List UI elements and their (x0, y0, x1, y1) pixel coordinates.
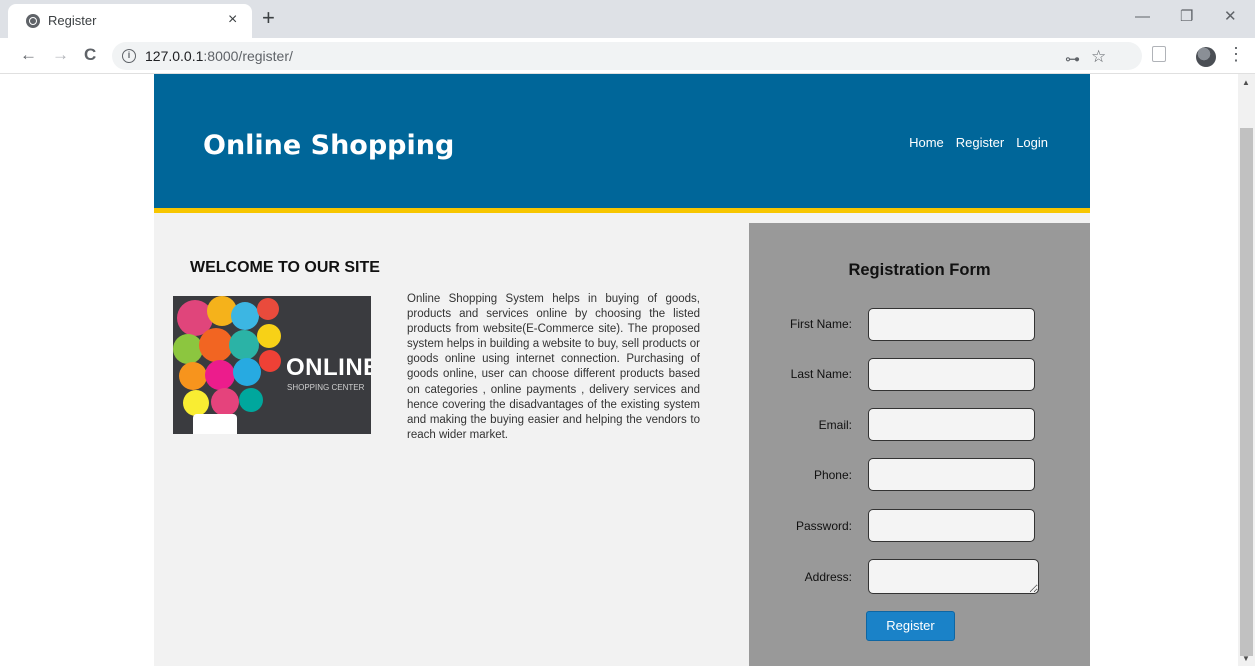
address-bar[interactable]: i 127.0.0.1:8000/register/ ⊶ ☆ (112, 42, 1142, 70)
globe-icon (26, 14, 40, 28)
promo-image: ONLINE SHOPPING CENTER (173, 296, 371, 434)
site-header: Online Shopping Home Register Login (154, 74, 1090, 213)
email-label: Email: (818, 418, 852, 432)
star-icon[interactable]: ☆ (1091, 48, 1106, 66)
password-label: Password: (795, 519, 852, 533)
first-name-field[interactable] (868, 308, 1035, 341)
nav-login-link[interactable]: Login (1016, 135, 1048, 150)
password-field[interactable] (868, 509, 1035, 542)
address-label: Address: (804, 570, 852, 584)
scroll-thumb[interactable] (1240, 128, 1253, 656)
phone-field[interactable] (868, 458, 1035, 491)
promo-title: ONLINE (286, 354, 371, 381)
forward-icon[interactable]: → (52, 46, 69, 64)
key-icon[interactable]: ⊶ (1065, 51, 1080, 69)
about-text: Online Shopping System helps in buying o… (407, 293, 700, 441)
scroll-down-icon[interactable]: ▼ (1242, 654, 1250, 663)
page-container: Online Shopping Home Register Login WELC… (154, 74, 1090, 666)
site-title: Online Shopping (203, 130, 455, 161)
register-button[interactable]: Register (866, 611, 955, 641)
nav-register-link[interactable]: Register (956, 135, 1004, 150)
minimize-icon[interactable]: — (1135, 8, 1150, 26)
phone-label: Phone: (813, 468, 852, 482)
scroll-up-icon[interactable]: ▲ (1242, 78, 1250, 87)
nav-home-link[interactable]: Home (909, 135, 944, 150)
tab-title: Register (48, 13, 97, 28)
browser-tab-bar: Register × + — ❐ ✕ (0, 0, 1255, 38)
url-text: 127.0.0.1:8000/register/ (145, 48, 293, 64)
avatar[interactable] (1196, 47, 1216, 67)
browser-tab[interactable]: Register × (8, 4, 252, 38)
info-icon[interactable]: i (122, 49, 136, 63)
restore-icon[interactable]: ❐ (1180, 8, 1193, 26)
email-field[interactable] (868, 408, 1035, 441)
extension-icon[interactable] (1152, 46, 1166, 62)
last-name-field[interactable] (868, 358, 1035, 391)
promo-subtitle: SHOPPING CENTER (287, 383, 365, 392)
close-window-icon[interactable]: ✕ (1224, 8, 1237, 26)
browser-toolbar: ← → C i 127.0.0.1:8000/register/ ⊶ ☆ ⋮ (0, 38, 1255, 74)
page-scrollbar[interactable]: ▲ ▼ (1238, 74, 1255, 666)
reload-icon[interactable]: C (84, 46, 96, 64)
menu-icon[interactable]: ⋮ (1227, 45, 1245, 63)
back-icon[interactable]: ← (20, 46, 37, 64)
tab-close-icon[interactable]: × (228, 11, 237, 29)
first-name-label: First Name: (789, 317, 852, 331)
site-nav: Home Register Login (909, 135, 1048, 150)
welcome-heading: WELCOME TO OUR SITE (190, 259, 380, 276)
form-title: Registration Form (848, 261, 991, 279)
address-field[interactable] (868, 559, 1039, 594)
last-name-label: Last Name: (790, 367, 852, 381)
new-tab-icon[interactable]: + (262, 6, 275, 30)
registration-panel: Registration Form First Name: Last Name:… (749, 223, 1090, 666)
